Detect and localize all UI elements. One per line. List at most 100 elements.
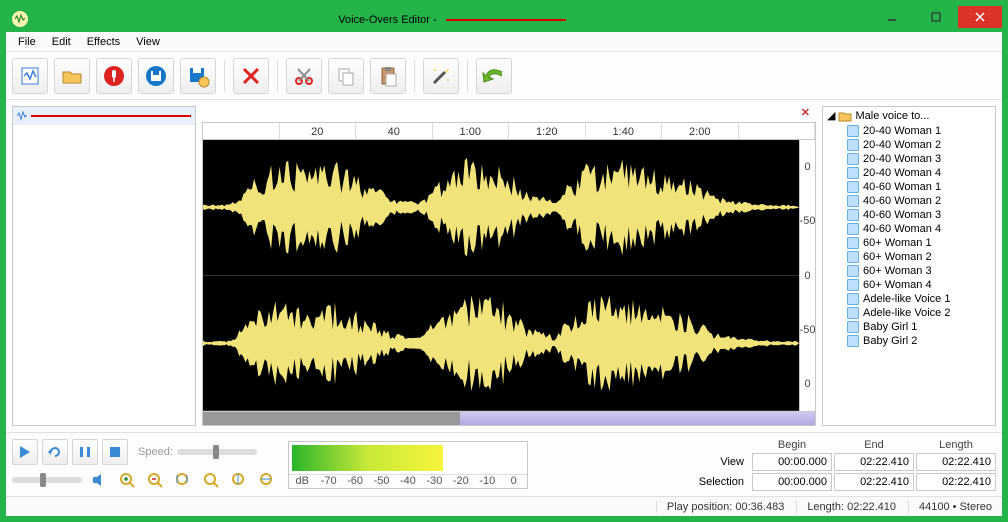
waveform-left[interactable] — [203, 140, 799, 276]
tree-item[interactable]: 40-60 Woman 3 — [847, 208, 995, 222]
sel-end-input[interactable] — [834, 473, 914, 491]
status-channels: Stereo — [960, 501, 992, 513]
menu-edit[interactable]: Edit — [44, 34, 79, 50]
preset-icon — [847, 223, 859, 235]
tree-item[interactable]: 40-60 Woman 4 — [847, 222, 995, 236]
waveform-scrollbar[interactable] — [202, 412, 816, 426]
minimize-button[interactable] — [870, 6, 914, 28]
toolbar — [6, 52, 1002, 100]
preset-icon — [847, 307, 859, 319]
tree-item[interactable]: Baby Girl 1 — [847, 320, 995, 334]
time-ruler[interactable]: 20401:001:201:402:00 — [202, 122, 816, 140]
track-list[interactable] — [12, 106, 196, 426]
row-sel-label: Selection — [690, 476, 750, 488]
preset-icon — [847, 251, 859, 263]
tree-item[interactable]: 20-40 Woman 3 — [847, 152, 995, 166]
tree-item[interactable]: 60+ Woman 3 — [847, 264, 995, 278]
waveform-display[interactable]: 0-500-500 — [202, 140, 816, 412]
cut-button[interactable] — [286, 58, 322, 94]
voice-preset-tree[interactable]: ◢ Male voice to... 20-40 Woman 120-40 Wo… — [822, 106, 996, 426]
tree-item[interactable]: 40-60 Woman 2 — [847, 194, 995, 208]
undo-button[interactable] — [476, 58, 512, 94]
save-as-button[interactable] — [180, 58, 216, 94]
new-button[interactable] — [12, 58, 48, 94]
folder-icon — [838, 110, 852, 122]
preset-icon — [847, 195, 859, 207]
preset-icon — [847, 293, 859, 305]
preset-icon — [847, 181, 859, 193]
tree-root[interactable]: ◢ Male voice to... — [823, 107, 995, 124]
pause-button[interactable] — [72, 439, 98, 465]
titlebar: Voice-Overs Editor - — [6, 6, 1002, 32]
statusbar: Play position: 00:36.483 Length: 02:22.4… — [6, 496, 1002, 516]
menu-file[interactable]: File — [10, 34, 44, 50]
window-title: Voice-Overs Editor - — [34, 12, 870, 26]
waveform-right[interactable] — [203, 276, 799, 412]
maximize-button[interactable] — [914, 6, 958, 28]
app-icon — [12, 11, 28, 27]
tree-item[interactable]: 20-40 Woman 4 — [847, 166, 995, 180]
status-playpos: 00:36.483 — [735, 501, 784, 513]
menu-effects[interactable]: Effects — [79, 34, 128, 50]
tree-item[interactable]: Adele-like Voice 2 — [847, 306, 995, 320]
loop-button[interactable] — [42, 439, 68, 465]
tree-item[interactable]: 20-40 Woman 1 — [847, 124, 995, 138]
close-track-icon[interactable]: ✕ — [801, 106, 810, 122]
zoom-v-button[interactable] — [228, 469, 250, 491]
zoom-in-button[interactable] — [116, 469, 138, 491]
speaker-icon[interactable] — [88, 469, 110, 491]
zoom-out-button[interactable] — [144, 469, 166, 491]
sel-begin-input[interactable] — [752, 473, 832, 491]
paste-button[interactable] — [370, 58, 406, 94]
preset-icon — [847, 209, 859, 221]
zoom-fit-button[interactable] — [200, 469, 222, 491]
preset-icon — [847, 321, 859, 333]
tree-item[interactable]: 20-40 Woman 2 — [847, 138, 995, 152]
tree-item[interactable]: 60+ Woman 2 — [847, 250, 995, 264]
preset-icon — [847, 335, 859, 347]
col-begin: Begin — [752, 439, 832, 451]
preset-icon — [847, 125, 859, 137]
speed-label: Speed: — [138, 446, 173, 458]
speed-slider[interactable] — [177, 449, 257, 455]
menu-view[interactable]: View — [128, 34, 168, 50]
row-view-label: View — [690, 456, 750, 468]
wave-icon — [17, 111, 27, 121]
tree-item[interactable]: 60+ Woman 1 — [847, 236, 995, 250]
open-button[interactable] — [54, 58, 90, 94]
volume-slider[interactable] — [12, 477, 82, 483]
preset-icon — [847, 167, 859, 179]
effects-button[interactable] — [423, 58, 459, 94]
preset-icon — [847, 265, 859, 277]
preset-icon — [847, 279, 859, 291]
tree-item[interactable]: Baby Girl 2 — [847, 334, 995, 348]
selection-grid: Begin End Length View Selection — [690, 439, 996, 491]
menubar: File Edit Effects View — [6, 32, 1002, 52]
stop-button[interactable] — [102, 439, 128, 465]
close-button[interactable] — [958, 6, 1002, 28]
delete-button[interactable] — [233, 58, 269, 94]
record-button[interactable] — [96, 58, 132, 94]
tree-item[interactable]: 40-60 Woman 1 — [847, 180, 995, 194]
play-button[interactable] — [12, 439, 38, 465]
amplitude-scale: 0-500-500 — [799, 140, 815, 411]
preset-icon — [847, 237, 859, 249]
copy-button[interactable] — [328, 58, 364, 94]
view-end-input[interactable] — [834, 453, 914, 471]
view-begin-input[interactable] — [752, 453, 832, 471]
status-rate: 44100 — [919, 501, 950, 513]
status-length: 02:22.410 — [847, 501, 896, 513]
view-length-input[interactable] — [916, 453, 996, 471]
save-button[interactable] — [138, 58, 174, 94]
zoom-sel-button[interactable] — [172, 469, 194, 491]
col-length: Length — [916, 439, 996, 451]
tree-item[interactable]: Adele-like Voice 1 — [847, 292, 995, 306]
track-row[interactable] — [13, 107, 195, 125]
col-end: End — [834, 439, 914, 451]
preset-icon — [847, 139, 859, 151]
zoom-h-button[interactable] — [256, 469, 278, 491]
tree-item[interactable]: 60+ Woman 4 — [847, 278, 995, 292]
level-meter: dB -70-60-50-40-30-20-100 — [288, 441, 528, 489]
sel-length-input[interactable] — [916, 473, 996, 491]
preset-icon — [847, 153, 859, 165]
